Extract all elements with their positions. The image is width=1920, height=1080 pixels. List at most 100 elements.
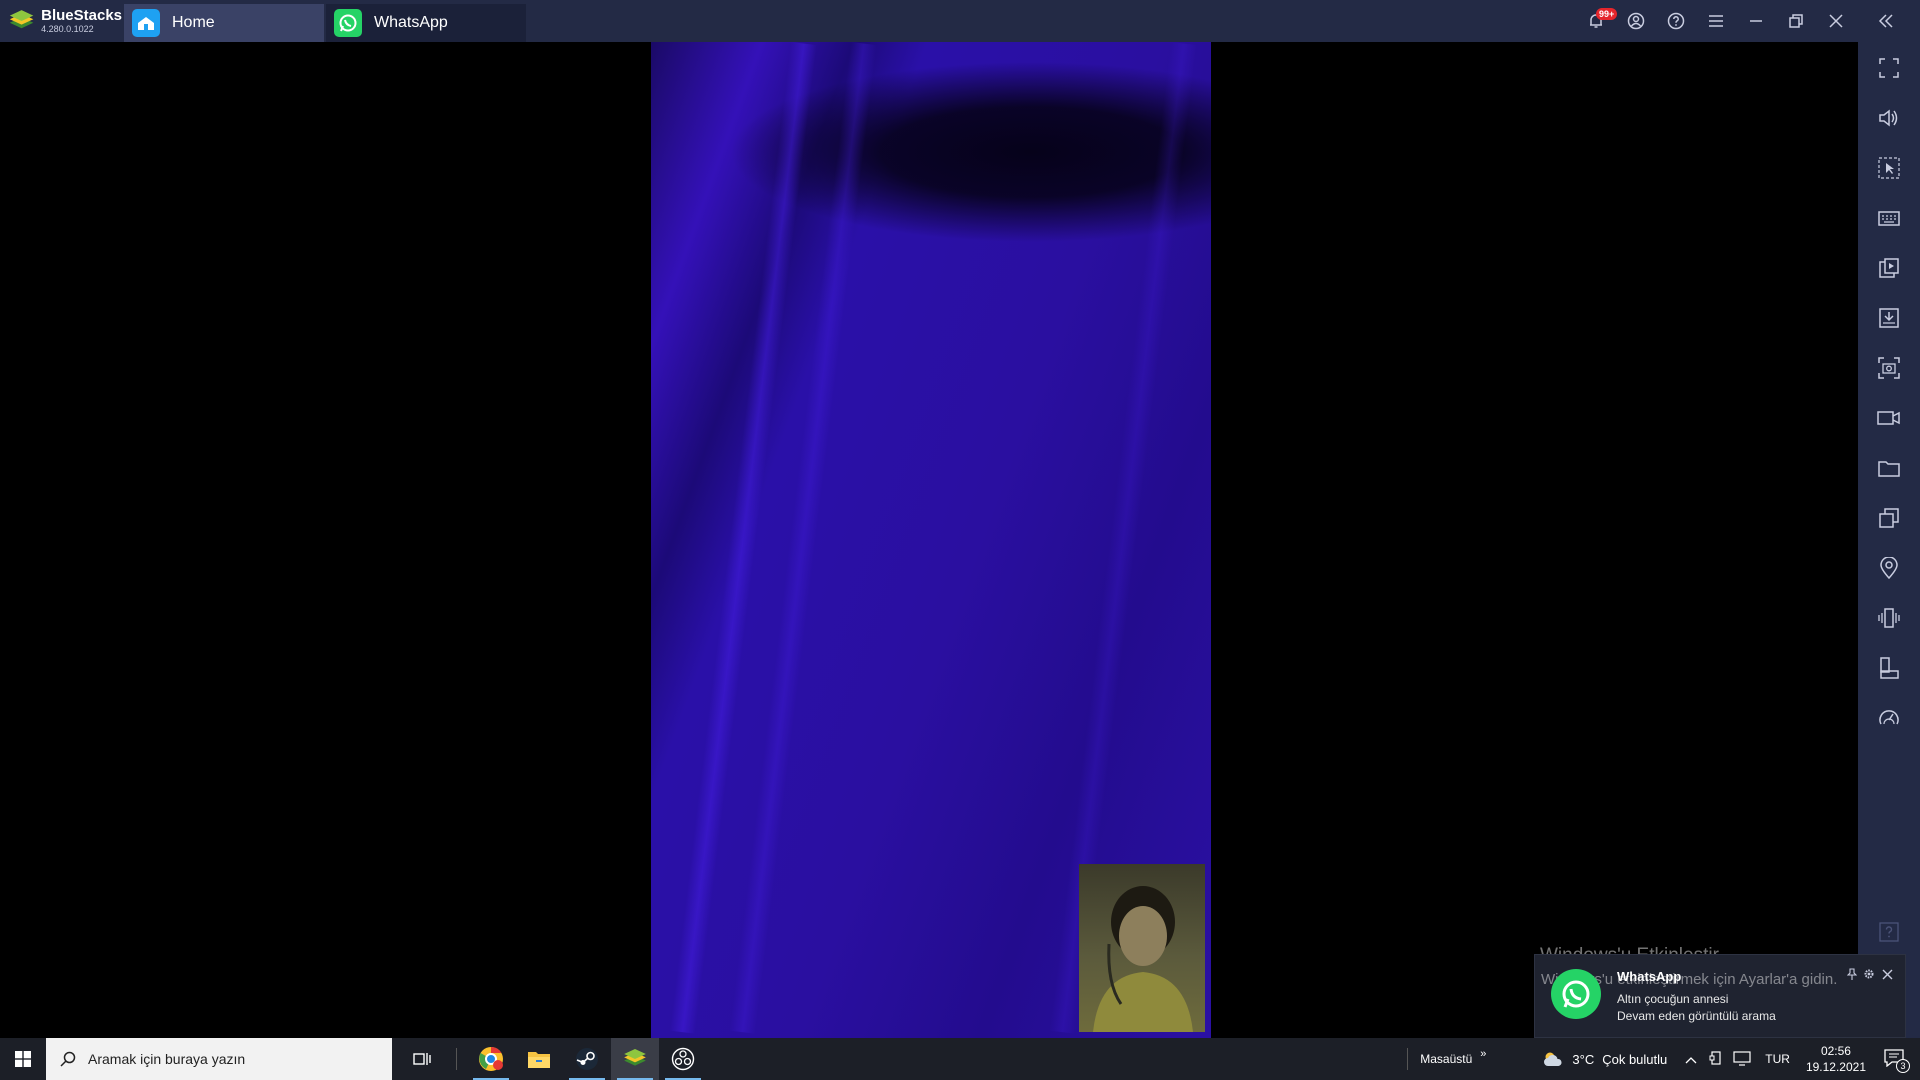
tab-whatsapp-label: WhatsApp (374, 13, 448, 31)
hamburger-icon (1709, 15, 1723, 27)
tablet-mode-icon (1709, 1050, 1721, 1065)
fullscreen-button[interactable] (1858, 48, 1920, 88)
windows-taskbar: Aramak için buraya yazın Masaüstü » 3°C … (0, 1038, 1920, 1080)
sidebar-help-button[interactable] (1858, 912, 1920, 952)
rotate-button[interactable] (1858, 648, 1920, 688)
weather-widget[interactable]: 3°C Çok bulutlu (1542, 1051, 1667, 1067)
record-icon (1877, 411, 1900, 425)
bluestacks-icon (624, 1049, 646, 1066)
taskbar-chrome[interactable] (467, 1038, 515, 1080)
gear-icon (1864, 969, 1874, 979)
self-view-pip[interactable] (1079, 864, 1205, 1032)
macro-button[interactable] (1858, 248, 1920, 288)
keyboard-button[interactable] (1858, 198, 1920, 238)
close-button[interactable] (1816, 0, 1856, 42)
network-button[interactable] (1733, 1050, 1751, 1069)
rotate-icon (1880, 657, 1899, 679)
app-version: 4.280.0.1022 (41, 24, 94, 34)
minimize-icon (1750, 20, 1762, 22)
keyboard-icon (1878, 211, 1900, 226)
notification-settings-button[interactable] (1863, 967, 1875, 985)
speed-button[interactable] (1858, 698, 1920, 738)
folder-icon (1878, 461, 1900, 477)
shake-button[interactable] (1858, 598, 1920, 638)
show-hidden-icons-button[interactable] (1685, 1052, 1697, 1067)
desktop-toolbar[interactable]: Masaüstü (1420, 1052, 1472, 1066)
action-center-button[interactable]: 3 (1884, 1048, 1910, 1073)
steam-icon (576, 1048, 598, 1070)
pin-notification-button[interactable] (1846, 967, 1858, 985)
task-view-icon (413, 1053, 431, 1065)
tab-whatsapp[interactable]: WhatsApp (326, 3, 526, 42)
app-name: BlueStacks (41, 7, 122, 24)
notification-message: Devam eden görüntülü arama (1617, 1009, 1776, 1023)
tray-divider (1407, 1048, 1409, 1070)
restore-button[interactable] (1776, 0, 1816, 42)
toolbar-expand-icon[interactable]: » (1480, 1048, 1486, 1060)
video-call-feed[interactable] (651, 42, 1211, 1038)
tray-device-button[interactable] (1709, 1050, 1723, 1069)
screenshot-button[interactable] (1858, 348, 1920, 388)
home-icon (132, 8, 160, 37)
file-explorer-icon (528, 1052, 550, 1068)
tab-home[interactable]: Home (124, 3, 324, 42)
close-icon (1882, 969, 1893, 980)
tools-sidebar (1858, 42, 1920, 1038)
clock[interactable]: 02:56 19.12.2021 (1806, 1043, 1866, 1075)
pointer-icon (1878, 157, 1900, 179)
fullscreen-icon (1879, 58, 1899, 78)
dismiss-notification-button[interactable] (1882, 967, 1893, 985)
search-placeholder: Aramak için buraya yazın (88, 1051, 246, 1067)
install-apk-button[interactable] (1858, 298, 1920, 338)
weather-condition: Çok bulutlu (1602, 1051, 1668, 1067)
weather-temperature: 3°C (1572, 1051, 1595, 1067)
whatsapp-notification-toast[interactable]: Windows'u etkinleştirmek için Ayarlar'a … (1534, 954, 1906, 1038)
network-icon (1733, 1050, 1751, 1066)
taskbar-bluestacks[interactable] (611, 1038, 659, 1080)
notification-app-name: WhatsApp (1617, 969, 1682, 984)
media-folder-button[interactable] (1858, 448, 1920, 488)
record-button[interactable] (1858, 398, 1920, 438)
shake-icon (1878, 608, 1900, 628)
obs-icon (671, 1047, 695, 1071)
input-language[interactable]: TUR (1765, 1052, 1790, 1066)
whatsapp-icon (334, 8, 362, 37)
window-controls: 99+ (1576, 0, 1920, 42)
bluestacks-logo-icon (9, 10, 34, 29)
action-center-count: 3 (1896, 1058, 1910, 1073)
macro-icon (1879, 258, 1899, 278)
location-button[interactable] (1858, 548, 1920, 588)
pin-icon (1846, 968, 1858, 980)
title-bar: BlueStacks 4.280.0.1022 Home WhatsApp 99… (0, 0, 1920, 42)
search-icon (60, 1051, 76, 1067)
task-view-button[interactable] (398, 1038, 446, 1080)
collapse-sidebar-button[interactable] (1866, 0, 1906, 42)
taskbar-obs[interactable] (659, 1038, 707, 1080)
question-icon (1667, 12, 1685, 30)
close-icon (1829, 14, 1843, 28)
help-button[interactable] (1656, 0, 1696, 42)
location-icon (1880, 557, 1898, 579)
taskbar-search[interactable]: Aramak için buraya yazın (46, 1038, 392, 1080)
multi-instance-icon (1879, 508, 1899, 528)
bluestacks-logo: BlueStacks 4.280.0.1022 (0, 0, 122, 42)
volume-button[interactable] (1858, 98, 1920, 138)
taskbar-file-explorer[interactable] (515, 1038, 563, 1080)
multi-instance-button[interactable] (1858, 498, 1920, 538)
whatsapp-logo-icon (1551, 969, 1601, 1019)
taskbar-steam[interactable] (563, 1038, 611, 1080)
double-chevron-left-icon (1878, 14, 1893, 28)
volume-icon (1879, 109, 1898, 127)
notifications-button[interactable]: 99+ (1576, 0, 1618, 42)
self-view-person (1093, 886, 1193, 1032)
speed-icon (1879, 710, 1899, 725)
account-icon (1627, 12, 1645, 30)
screenshot-icon (1878, 357, 1900, 379)
account-button[interactable] (1616, 0, 1656, 42)
notification-contact: Altın çocuğun annesi (1617, 992, 1729, 1006)
minimize-button[interactable] (1736, 0, 1776, 42)
cloudy-weather-icon (1544, 1052, 1562, 1066)
menu-button[interactable] (1696, 0, 1736, 42)
start-button[interactable] (0, 1038, 46, 1080)
pointer-button[interactable] (1858, 148, 1920, 188)
